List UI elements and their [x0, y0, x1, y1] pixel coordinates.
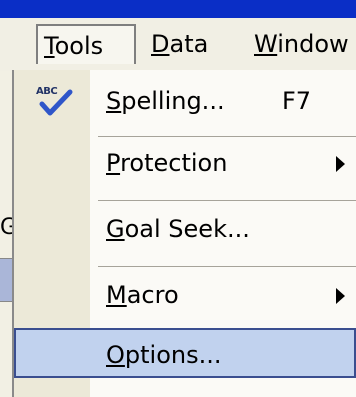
goal-seek-label-rest: oal Seek...: [124, 215, 250, 243]
menu-tools-mnemonic: T: [44, 32, 55, 60]
partial-cell-text: Gi: [0, 215, 12, 240]
options-label-rest: ptions...: [124, 341, 222, 369]
spelling-check-icon: ABC: [36, 86, 76, 116]
menu-item-macro[interactable]: Macro: [14, 270, 356, 320]
menu-tools[interactable]: Tools: [36, 24, 136, 64]
menu-item-protection[interactable]: Protection: [14, 138, 356, 188]
menu-window[interactable]: Window: [248, 24, 356, 64]
tools-dropdown-menu: ABC Spelling... F7 Protection Goal Seek.…: [12, 70, 356, 397]
menu-data-rest: ata: [169, 30, 209, 58]
menu-item-goal-seek[interactable]: Goal Seek...: [14, 204, 356, 254]
menu-tools-rest: ools: [54, 32, 104, 60]
menu-data-mnemonic: D: [151, 30, 170, 58]
menu-window-mnemonic: W: [254, 30, 278, 58]
submenu-arrow-icon: [336, 288, 345, 304]
menu-item-options[interactable]: Options...: [14, 328, 356, 378]
spelling-label-rest: pelling...: [121, 87, 225, 115]
menu-window-rest: indow: [277, 30, 349, 58]
protection-label-rest: rotection: [120, 149, 228, 177]
macro-label-rest: acro: [126, 281, 179, 309]
menu-separator: [98, 200, 356, 201]
submenu-arrow-icon: [336, 156, 345, 172]
goal-seek-mnemonic: G: [106, 215, 125, 243]
menu-data[interactable]: Data: [145, 24, 235, 64]
menu-item-spelling[interactable]: ABC Spelling... F7: [14, 76, 356, 126]
menu-bar: Tools Data Window: [0, 18, 356, 72]
protection-mnemonic: P: [106, 149, 121, 177]
menu-separator: [98, 136, 356, 137]
options-mnemonic: O: [106, 341, 125, 369]
menu-separator: [98, 266, 356, 267]
macro-mnemonic: M: [106, 281, 127, 309]
spelling-mnemonic: S: [106, 87, 122, 115]
spelling-shortcut: F7: [282, 87, 312, 115]
spreadsheet-selected-row: [0, 258, 12, 302]
